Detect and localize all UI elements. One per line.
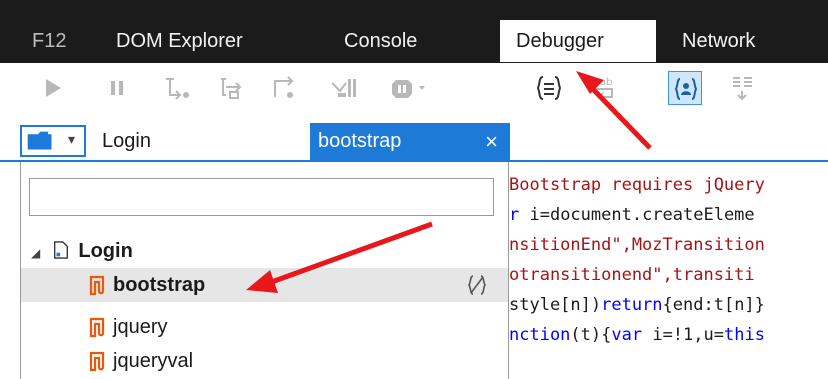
f12-label: F12 xyxy=(32,30,67,52)
code-token: return xyxy=(601,295,663,315)
tab-network[interactable]: Network xyxy=(682,20,755,62)
list-item-jqueryval[interactable]: jqueryval xyxy=(21,344,508,378)
tab-debugger[interactable]: Debugger xyxy=(500,20,656,62)
code-token: r xyxy=(509,205,520,225)
open-document-button[interactable]: ▾ xyxy=(20,125,86,157)
tool-tab-bar: F12 DOM Explorer Console Debugger Networ… xyxy=(0,0,828,63)
step-over-icon[interactable] xyxy=(214,71,248,105)
script-tabs-row: ▾ Login bootstrap × xyxy=(0,116,828,162)
page-icon xyxy=(53,241,68,259)
script-file-icon xyxy=(89,275,105,296)
code-line: nction(t){var i=!1,u=this xyxy=(509,320,765,350)
play-icon[interactable] xyxy=(36,71,70,105)
pretty-print-icon[interactable] xyxy=(532,71,566,105)
tab-console[interactable]: Console xyxy=(344,20,417,62)
tab-login-file[interactable]: Login xyxy=(86,123,310,160)
just-my-code-icon[interactable] xyxy=(668,71,702,105)
tree-root-label: Login xyxy=(78,240,133,262)
break-on-new-worker-icon[interactable] xyxy=(326,71,360,105)
tab-bootstrap-file[interactable]: bootstrap × xyxy=(310,123,510,160)
tab-dom-explorer[interactable]: DOM Explorer xyxy=(116,20,243,62)
code-token: style[n]) xyxy=(509,295,602,315)
code-token: i=document.createEleme xyxy=(519,205,755,225)
code-line: style[n])return{end:t[n]} xyxy=(509,290,765,320)
code-token: otransitionend",transiti xyxy=(509,265,755,285)
code-token: {end:t[n]} xyxy=(662,295,765,315)
code-line: Bootstrap requires jQuery xyxy=(509,170,765,200)
code-line: nsitionEnd",MozTransition xyxy=(509,230,765,260)
code-token: i=!1,u= xyxy=(642,325,724,345)
svg-text:ab: ab xyxy=(600,77,612,88)
close-icon[interactable]: × xyxy=(485,123,498,160)
debugger-toolbar: ab xyxy=(0,63,828,116)
list-item-label: bootstrap xyxy=(113,274,206,296)
tree-root-login[interactable]: ◢ Login xyxy=(31,236,133,266)
script-file-icon xyxy=(89,351,105,372)
list-item-label: jquery xyxy=(113,316,168,338)
list-item-bootstrap[interactable]: bootstrap xyxy=(21,268,508,302)
code-token: nsitionEnd",MozTransition xyxy=(509,235,765,255)
code-line: r i=document.createEleme xyxy=(509,200,755,230)
code-editor[interactable]: Bootstrap requires jQuery r i=document.cr… xyxy=(509,170,828,379)
chevron-down-icon: ▾ xyxy=(68,131,76,147)
file-search-input[interactable] xyxy=(29,178,494,216)
code-token: nction xyxy=(509,325,571,345)
exception-behavior-icon[interactable] xyxy=(386,71,432,105)
code-token: Bootstrap requires jQuery xyxy=(509,175,765,195)
tab-bootstrap-label: bootstrap xyxy=(318,130,402,152)
code-token: this xyxy=(723,325,765,345)
expand-triangle-icon[interactable]: ◢ xyxy=(31,246,40,260)
code-token: (t){ xyxy=(570,325,612,345)
source-map-icon[interactable] xyxy=(726,71,760,105)
file-picker-panel: ◢ Login bootstrap jquery jqueryval xyxy=(20,162,509,379)
word-wrap-icon[interactable]: ab xyxy=(586,71,620,105)
step-out-icon[interactable] xyxy=(268,71,302,105)
pause-icon[interactable] xyxy=(100,71,134,105)
code-line: otransitionend",transiti xyxy=(509,260,755,290)
step-into-icon[interactable] xyxy=(160,71,194,105)
script-file-icon xyxy=(89,317,105,338)
pretty-print-file-icon[interactable] xyxy=(465,273,489,297)
list-item-jquery[interactable]: jquery xyxy=(21,310,508,344)
folder-icon xyxy=(27,131,52,150)
code-token: var xyxy=(611,325,643,345)
list-item-label: jqueryval xyxy=(113,350,194,372)
